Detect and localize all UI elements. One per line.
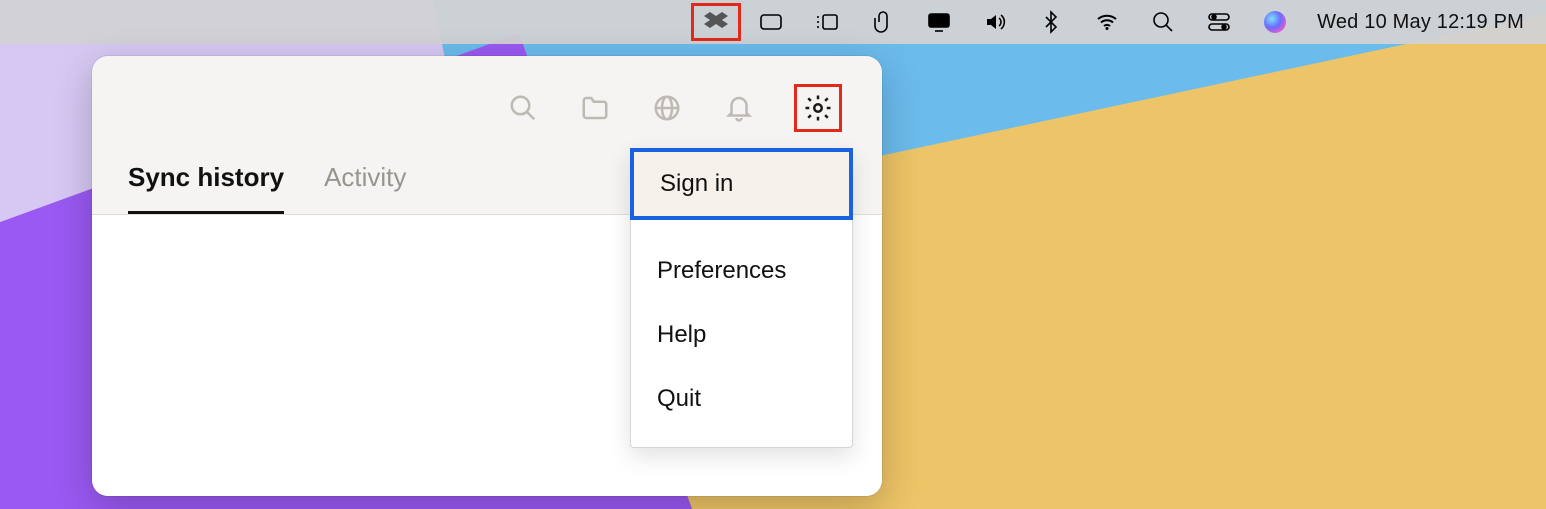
- tab-sync-history[interactable]: Sync history: [128, 162, 284, 214]
- search-icon[interactable]: [506, 91, 540, 125]
- control-center-icon[interactable]: [1205, 8, 1233, 36]
- paperclip-icon[interactable]: [869, 8, 897, 36]
- keyboard-viewer-icon[interactable]: [757, 8, 785, 36]
- bluetooth-icon[interactable]: [1037, 8, 1065, 36]
- popover-toolbar: [92, 56, 882, 150]
- display-icon[interactable]: [925, 8, 953, 36]
- wifi-icon[interactable]: [1093, 8, 1121, 36]
- tab-activity[interactable]: Activity: [324, 162, 406, 214]
- menu-item-preferences[interactable]: Preferences: [631, 239, 852, 303]
- highlight-gear: [794, 84, 842, 132]
- menu-item-quit[interactable]: Quit: [631, 367, 852, 431]
- globe-icon[interactable]: [650, 91, 684, 125]
- menubar-clock[interactable]: Wed 10 May 12:19 PM: [1317, 11, 1524, 34]
- volume-icon[interactable]: [981, 8, 1009, 36]
- bell-icon[interactable]: [722, 91, 756, 125]
- stage-manager-icon[interactable]: [813, 8, 841, 36]
- gear-icon[interactable]: [801, 91, 835, 125]
- highlight-dropbox: [691, 3, 741, 41]
- dropbox-icon[interactable]: [702, 8, 730, 36]
- macos-menubar: Wed 10 May 12:19 PM: [0, 0, 1546, 44]
- search-icon[interactable]: [1149, 8, 1177, 36]
- menu-item-help[interactable]: Help: [631, 303, 852, 367]
- menu-item-sign-in[interactable]: Sign in: [630, 148, 853, 220]
- settings-dropdown: Sign in Preferences Help Quit: [630, 148, 853, 448]
- folder-icon[interactable]: [578, 91, 612, 125]
- siri-icon[interactable]: [1261, 8, 1289, 36]
